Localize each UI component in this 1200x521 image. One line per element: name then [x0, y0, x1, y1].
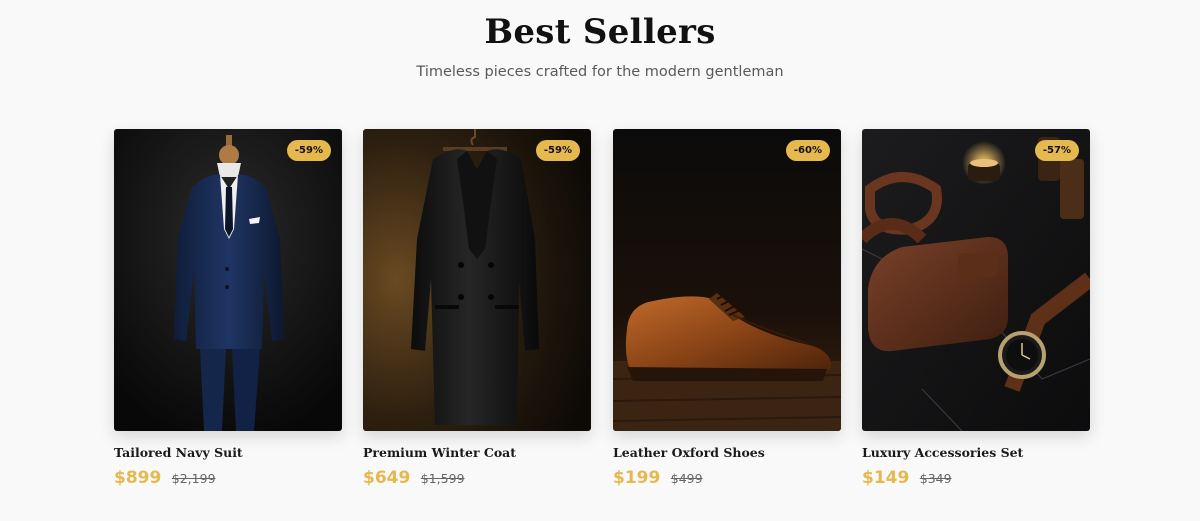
current-price: $199 — [613, 468, 661, 488]
product-image-winter-coat[interactable]: -59% — [363, 129, 591, 431]
discount-badge: -59% — [286, 140, 331, 161]
current-price: $149 — [862, 468, 910, 488]
accessories-set-image — [862, 129, 1090, 431]
section-subtitle: Timeless pieces crafted for the modern g… — [416, 64, 784, 80]
navy-suit-image — [114, 129, 342, 431]
product-name[interactable]: Leather Oxford Shoes — [613, 445, 765, 460]
price-row: $199 $499 — [613, 468, 703, 488]
product-image-navy-suit[interactable]: -59% — [114, 129, 342, 431]
winter-coat-image — [363, 129, 591, 431]
product-image-accessories-set[interactable]: -57% — [862, 129, 1090, 431]
product-image-oxford-shoes[interactable]: -60% — [613, 129, 841, 431]
original-price: $1,599 — [420, 471, 465, 486]
product-name[interactable]: Luxury Accessories Set — [862, 445, 1023, 460]
current-price: $899 — [114, 468, 162, 488]
price-row: $149 $349 — [862, 468, 952, 488]
product-card-navy-suit[interactable]: -59% Tailored Navy Suit $899 $2,199 — [114, 129, 342, 488]
original-price: $349 — [919, 471, 952, 486]
product-card-winter-coat[interactable]: -59% Premium Winter Coat $649 $1,599 — [363, 129, 591, 488]
product-name[interactable]: Premium Winter Coat — [363, 445, 516, 460]
discount-badge: -57% — [1034, 140, 1079, 161]
discount-badge: -59% — [535, 140, 580, 161]
product-name[interactable]: Tailored Navy Suit — [114, 445, 243, 460]
original-price: $499 — [670, 471, 703, 486]
discount-badge: -60% — [785, 140, 830, 161]
original-price: $2,199 — [171, 471, 216, 486]
price-row: $649 $1,599 — [363, 468, 465, 488]
product-card-oxford-shoes[interactable]: -60% Leather Oxford Shoes $199 $499 — [613, 129, 841, 488]
oxford-shoe-image — [613, 129, 841, 431]
product-card-accessories-set[interactable]: -57% Luxury Accessories Set $149 $349 — [862, 129, 1090, 488]
price-row: $899 $2,199 — [114, 468, 216, 488]
section-title: Best Sellers — [484, 12, 716, 52]
current-price: $649 — [363, 468, 411, 488]
